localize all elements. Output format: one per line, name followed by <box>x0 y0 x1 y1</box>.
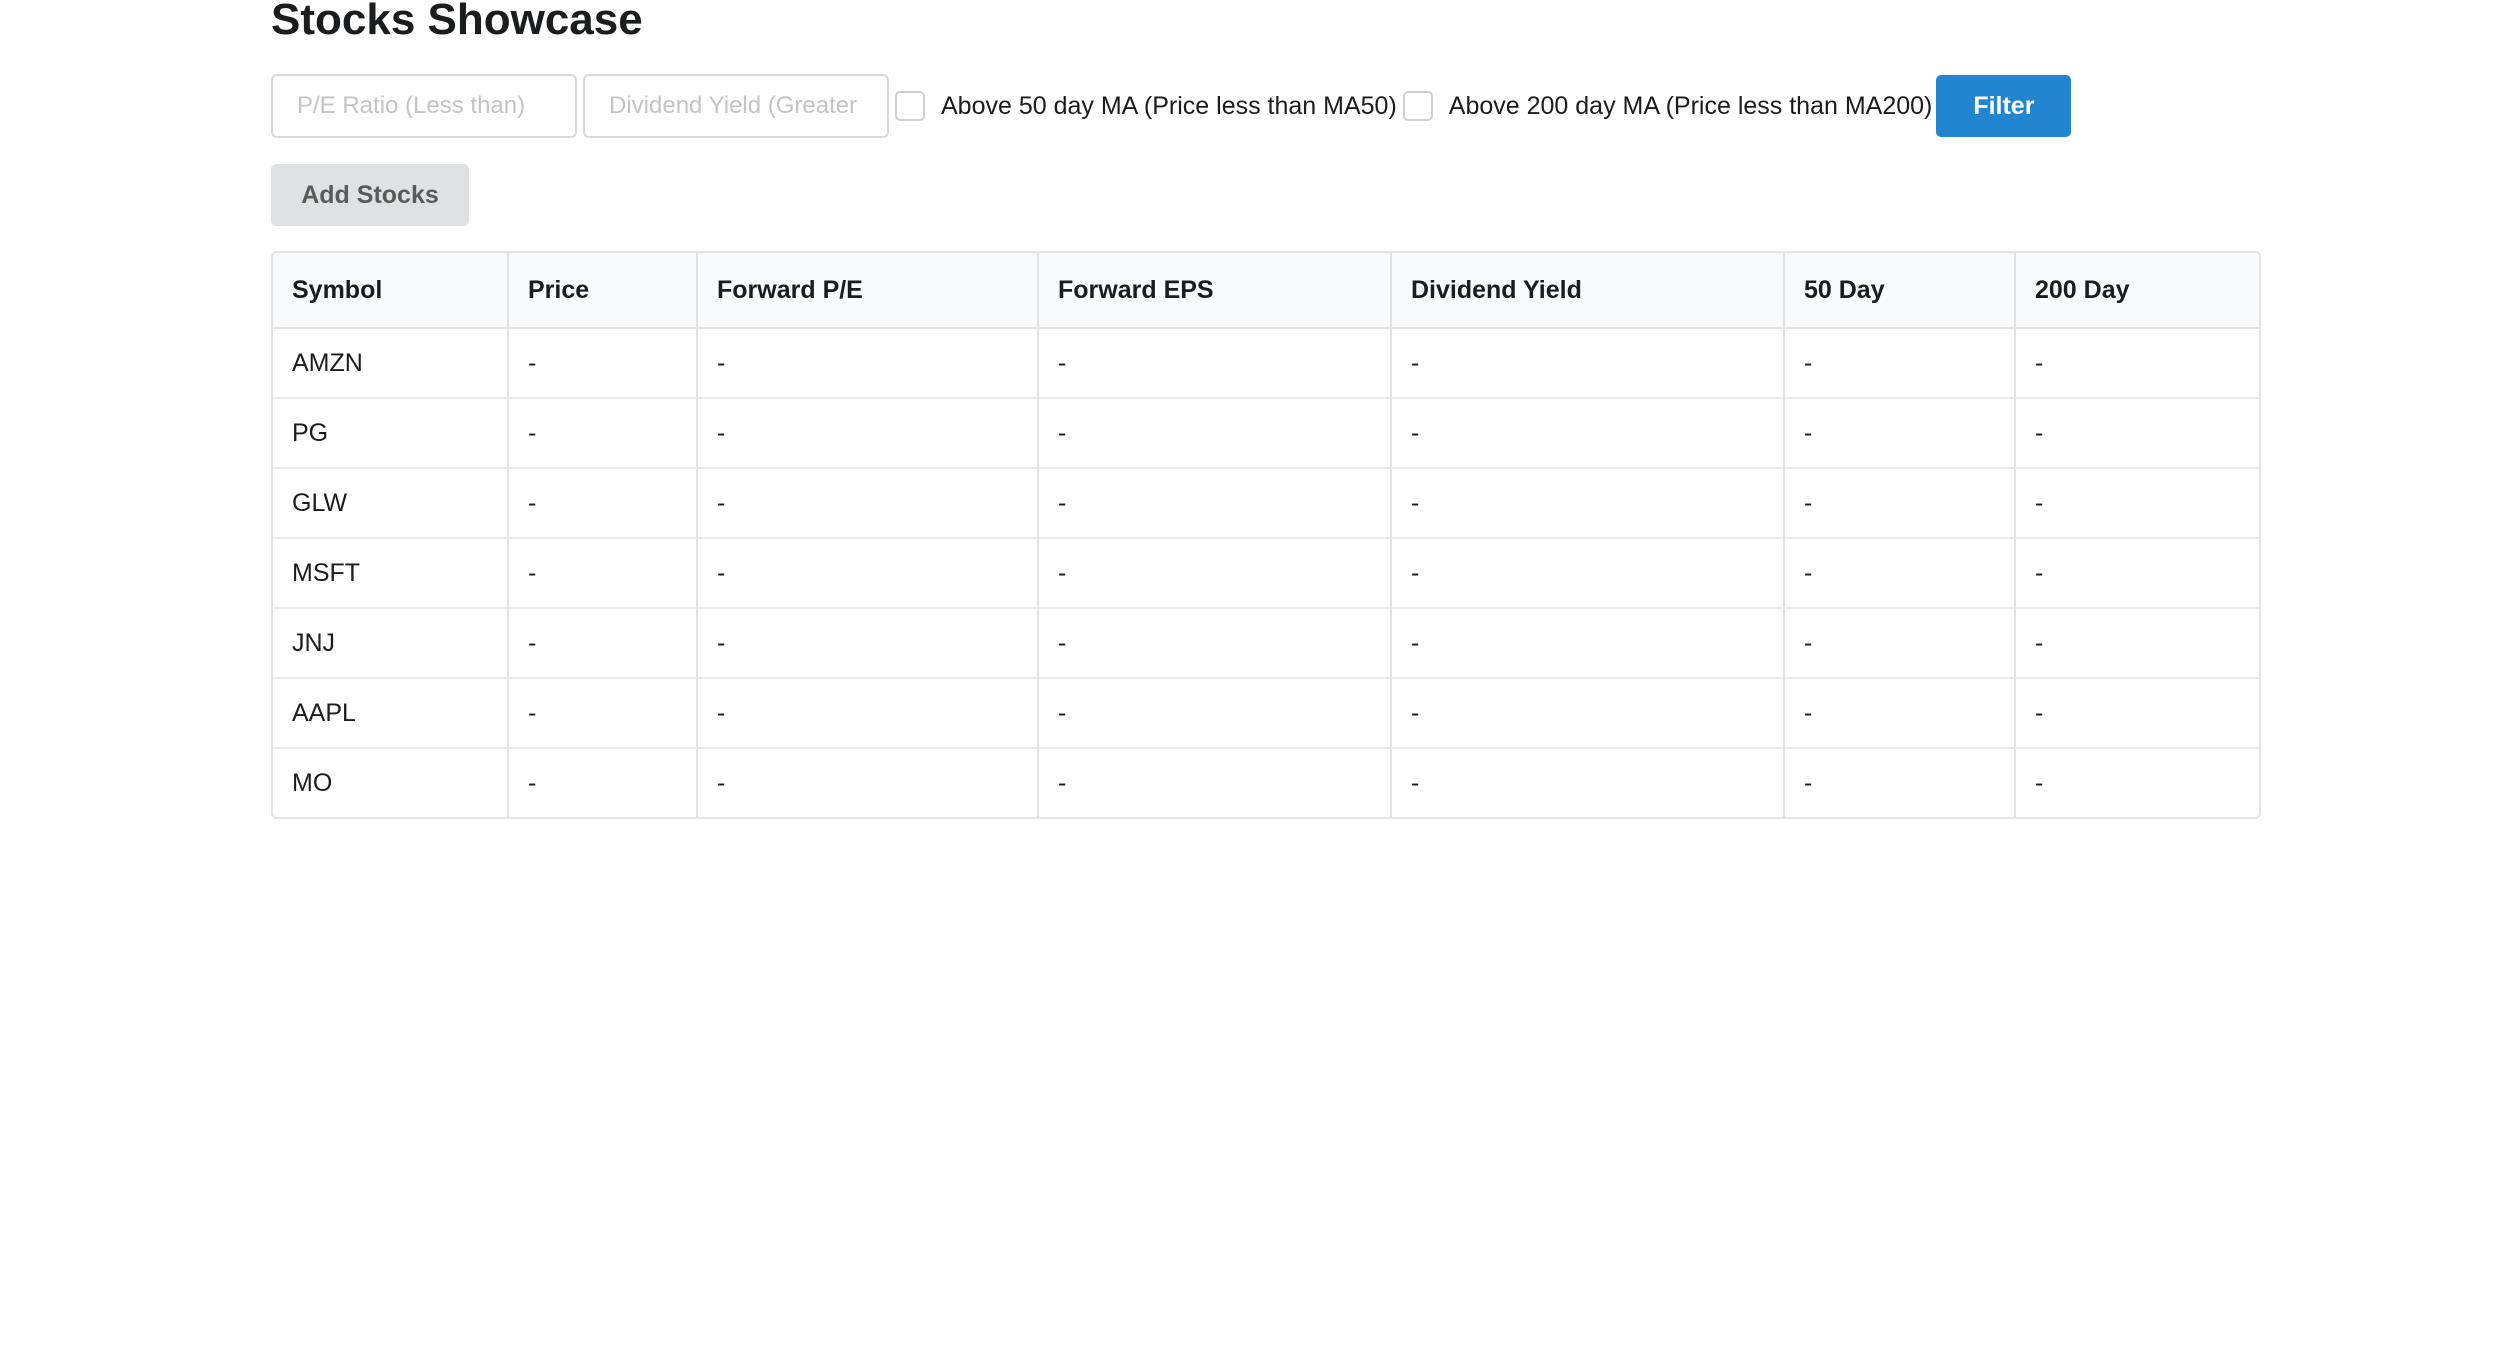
table-row: JNJ - - - - - - <box>273 607 2259 678</box>
cell-50-day: - <box>1783 397 2015 468</box>
cell-forward-eps: - <box>1037 467 1391 538</box>
column-header-200-day: 200 Day <box>2014 253 2259 329</box>
column-header-symbol: Symbol <box>273 253 508 329</box>
column-header-forward-eps: Forward EPS <box>1037 253 1391 329</box>
cell-forward-eps: - <box>1037 397 1391 468</box>
page: Stocks Showcase Above 50 day MA (Price l… <box>0 0 2500 1351</box>
cell-forward-pe: - <box>696 397 1038 468</box>
ma50-checkbox-label[interactable]: Above 50 day MA (Price less than MA50) <box>941 92 1397 121</box>
ma50-checkbox-group: Above 50 day MA (Price less than MA50) <box>895 91 1397 121</box>
cell-50-day: - <box>1783 537 2015 608</box>
cell-200-day: - <box>2014 537 2259 608</box>
table-row: MO - - - - - - <box>273 747 2259 817</box>
cell-forward-pe: - <box>696 467 1038 538</box>
column-header-50-day: 50 Day <box>1783 253 2015 329</box>
table-header: Symbol Price Forward P/E Forward EPS Div… <box>273 253 2259 329</box>
table-row: AMZN - - - - - - <box>273 328 2259 398</box>
cell-dividend-yield: - <box>1390 537 1784 608</box>
table-header-row: Symbol Price Forward P/E Forward EPS Div… <box>273 253 2259 329</box>
cell-dividend-yield: - <box>1390 467 1784 538</box>
cell-forward-eps: - <box>1037 537 1391 608</box>
page-title: Stocks Showcase <box>271 0 643 44</box>
cell-price: - <box>507 677 697 748</box>
column-header-forward-pe: Forward P/E <box>696 253 1038 329</box>
cell-50-day: - <box>1783 677 2015 748</box>
cell-dividend-yield: - <box>1390 328 1784 398</box>
cell-forward-eps: - <box>1037 607 1391 678</box>
ma200-checkbox-group: Above 200 day MA (Price less than MA200) <box>1402 91 1933 121</box>
cell-dividend-yield: - <box>1390 747 1784 817</box>
cell-symbol: MSFT <box>273 537 508 608</box>
cell-symbol: AAPL <box>273 677 508 748</box>
cell-forward-pe: - <box>696 537 1038 608</box>
stocks-table: Symbol Price Forward P/E Forward EPS Div… <box>271 251 2261 819</box>
table-row: MSFT - - - - - - <box>273 537 2259 608</box>
table-row: PG - - - - - - <box>273 397 2259 468</box>
cell-50-day: - <box>1783 747 2015 817</box>
cell-forward-pe: - <box>696 607 1038 678</box>
ma200-checkbox-label[interactable]: Above 200 day MA (Price less than MA200) <box>1449 92 1933 121</box>
cell-forward-pe: - <box>696 677 1038 748</box>
ma200-checkbox[interactable] <box>1402 91 1433 121</box>
pe-ratio-input[interactable] <box>271 74 577 138</box>
table-body: AMZN - - - - - - PG - - - - - - GLW - - … <box>273 328 2259 817</box>
cell-200-day: - <box>2014 328 2259 398</box>
column-header-dividend-yield: Dividend Yield <box>1390 253 1784 329</box>
cell-symbol: PG <box>273 397 508 468</box>
cell-forward-pe: - <box>696 747 1038 817</box>
dividend-yield-input[interactable] <box>583 74 889 138</box>
cell-price: - <box>507 467 697 538</box>
filter-button[interactable]: Filter <box>1936 75 2072 137</box>
cell-symbol: AMZN <box>292 348 363 377</box>
filter-bar: Above 50 day MA (Price less than MA50) A… <box>271 74 2072 138</box>
cell-forward-eps: - <box>1037 677 1391 748</box>
cell-50-day: - <box>1783 467 2015 538</box>
column-header-price: Price <box>507 253 697 329</box>
table-row: AAPL - - - - - - <box>273 677 2259 748</box>
cell-forward-pe: - <box>696 328 1038 398</box>
cell-50-day: - <box>1783 328 2015 398</box>
cell-forward-eps: - <box>1037 328 1391 398</box>
cell-symbol: MO <box>273 747 508 817</box>
cell-dividend-yield: - <box>1390 607 1784 678</box>
add-stocks-button[interactable]: Add Stocks <box>271 164 469 226</box>
cell-price: - <box>507 397 697 468</box>
cell-symbol: GLW <box>273 467 508 538</box>
cell-price: - <box>507 747 697 817</box>
ma50-checkbox[interactable] <box>895 91 925 121</box>
cell-200-day: - <box>2014 607 2259 678</box>
cell-dividend-yield: - <box>1390 677 1784 748</box>
table-row: GLW - - - - - - <box>273 467 2259 538</box>
cell-200-day: - <box>2014 747 2259 817</box>
cell-price: - <box>507 607 697 678</box>
cell-price: - <box>507 537 697 608</box>
cell-200-day: - <box>2014 397 2259 468</box>
cell-200-day: - <box>2014 467 2259 538</box>
cell-forward-eps: - <box>1037 747 1391 817</box>
cell-symbol: JNJ <box>273 607 508 678</box>
cell-50-day: - <box>1783 607 2015 678</box>
cell-dividend-yield: - <box>1390 397 1784 468</box>
cell-price: - <box>507 328 697 398</box>
cell-200-day: - <box>2014 677 2259 748</box>
